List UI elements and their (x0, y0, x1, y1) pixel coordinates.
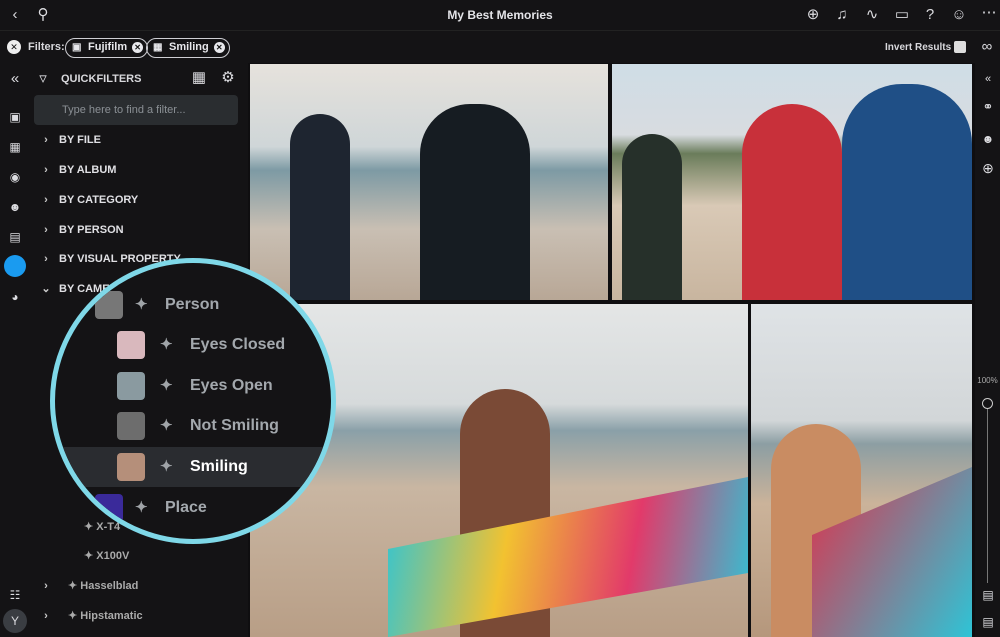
activity-icon[interactable]: ∿ (863, 7, 881, 23)
expand-icon[interactable]: « (979, 71, 997, 87)
add-icon[interactable]: ⊕ (804, 7, 822, 23)
ai-icon: ▦ (153, 42, 163, 53)
magnifier-overlay: ✦ Person ✦ Eyes Closed ✦ Eyes Open ✦ Not Smi… (50, 258, 336, 544)
surfer-figure (622, 134, 682, 300)
collapse-icon[interactable]: « (6, 71, 24, 87)
help-icon[interactable]: ? (921, 7, 939, 23)
image-icon[interactable]: ▣ (6, 109, 24, 125)
top-bar: ‹ ⚲ My Best Memories ⊕ ♫ ∿ ▭ ? ☺ ⋯ (0, 0, 1000, 30)
devices-icon[interactable]: ▭ (893, 7, 911, 23)
panel-title: QUICKFILTERS (61, 73, 142, 85)
folder-icon[interactable] (4, 255, 26, 277)
tag-icon[interactable]: ⚭ (979, 99, 997, 115)
surfer-figure (420, 104, 530, 300)
filter-eyes-closed[interactable]: ✦ Eyes Closed (55, 325, 331, 365)
filter-bar: ✕ Filters: ▣ Fujifilm ✕ ▦ Smiling ✕ Invert R… (0, 30, 1000, 63)
filter-search-input[interactable]: Type here to find a filter... (34, 95, 238, 125)
clipboard-icon[interactable]: ▤ (979, 587, 997, 603)
invert-toggle[interactable] (954, 41, 966, 53)
group-by-category[interactable]: › BY CATEGORY (30, 186, 248, 214)
right-rail: « ⚭ ☻ ⊕ 100% ▤ ▤ (975, 63, 1000, 637)
list-icon[interactable]: ▤ (979, 614, 997, 630)
photo-surfer-red-board[interactable] (751, 304, 972, 637)
surfboard (388, 477, 748, 637)
dashboard-icon[interactable]: ◕ (6, 289, 24, 305)
camera-icon: ▣ (72, 42, 82, 53)
chip-label: Smiling (169, 41, 209, 53)
brand-hipstamatic[interactable]: › ✦ Hipstamatic (30, 602, 248, 630)
settings-icon[interactable]: ⚙ (219, 70, 237, 86)
zoom-slider-handle[interactable] (982, 398, 993, 409)
chip-label: Fujifilm (88, 41, 128, 53)
location-icon[interactable]: ◉ (6, 169, 24, 185)
album-icon[interactable]: ▤ (6, 229, 24, 245)
remove-chip-icon[interactable]: ✕ (213, 42, 225, 53)
funnel-icon: ▿ (39, 70, 47, 87)
account-icon[interactable]: ☺ (950, 7, 968, 23)
add-filter-icon[interactable]: ▦ (190, 70, 208, 86)
zoom-slider-track[interactable] (987, 403, 988, 583)
photo-surfers-beach-1[interactable] (250, 64, 608, 300)
filter-eyes-open[interactable]: ✦ Eyes Open (55, 366, 331, 406)
filter-place[interactable]: ✦ Place (55, 488, 331, 528)
surfer-figure (742, 104, 842, 300)
bell-icon[interactable]: ♫ (833, 7, 851, 23)
group-by-album[interactable]: › BY ALBUM (30, 156, 248, 184)
camera-x100v[interactable]: ✦ X100V (30, 542, 248, 570)
group-by-file[interactable]: › BY FILE (30, 126, 248, 154)
person-icon[interactable]: ☻ (6, 199, 24, 215)
invert-results-label[interactable]: Invert Results (885, 42, 951, 53)
photo-surfers-wetsuits[interactable] (612, 64, 972, 300)
calendar-icon[interactable]: ▦ (6, 139, 24, 155)
filter-icon[interactable]: Y (3, 609, 27, 633)
people-icon[interactable]: ☻ (979, 131, 997, 147)
zoom-level: 100% (977, 376, 998, 385)
brand-hasselblad[interactable]: › ✦ Hasselblad (30, 572, 248, 600)
filter-smiling-selected[interactable]: ✦ Smiling (55, 447, 331, 487)
group-by-person[interactable]: › BY PERSON (30, 216, 248, 244)
surfer-figure (290, 114, 350, 300)
clear-filters-icon[interactable]: ✕ (7, 40, 21, 54)
filter-person[interactable]: ✦ Person (55, 285, 331, 325)
remove-chip-icon[interactable]: ✕ (132, 42, 144, 53)
hierarchy-icon[interactable]: ☷ (6, 587, 24, 603)
surfer-figure (842, 84, 972, 300)
filter-not-smiling[interactable]: ✦ Not Smiling (55, 406, 331, 446)
filter-chip-fujifilm[interactable]: ▣ Fujifilm ✕ (65, 38, 149, 58)
link-icon[interactable]: ∞ (978, 39, 996, 55)
add-icon[interactable]: ⊕ (979, 160, 997, 176)
more-icon[interactable]: ⋯ (980, 5, 998, 21)
left-rail: « ▣ ▦ ◉ ☻ ▤ ◕ ☷ Y (0, 63, 30, 637)
filter-chip-smiling[interactable]: ▦ Smiling ✕ (146, 38, 230, 58)
filters-label: Filters: (28, 41, 65, 53)
